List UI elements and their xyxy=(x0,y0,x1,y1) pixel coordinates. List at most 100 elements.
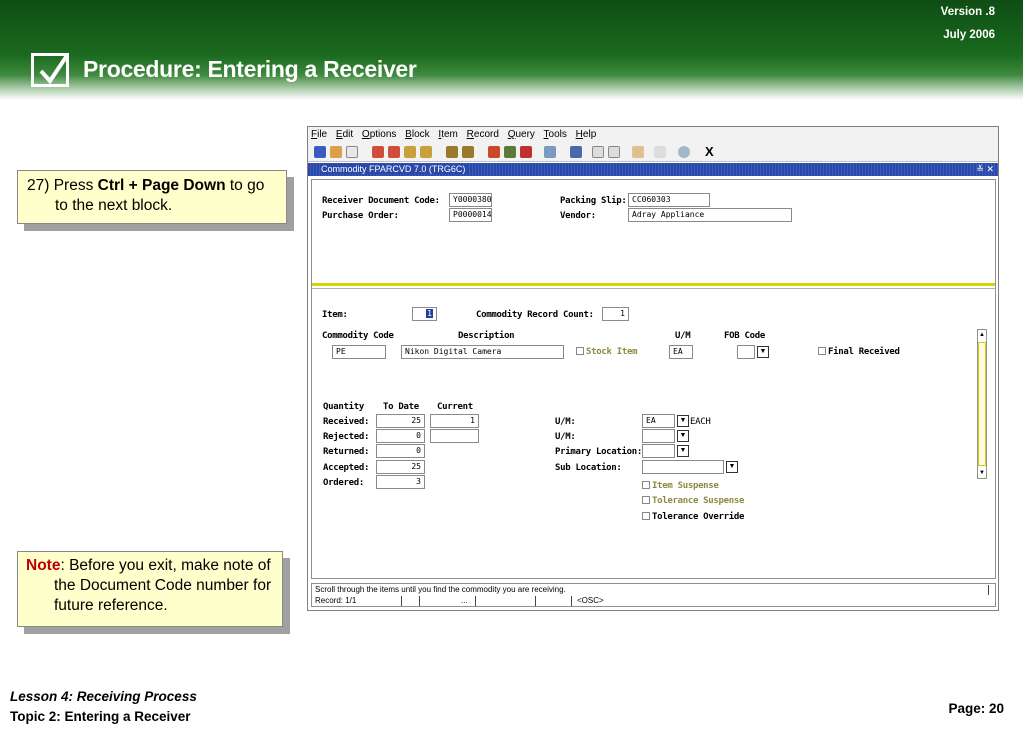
fob-code-field[interactable] xyxy=(737,345,755,359)
um2-field[interactable] xyxy=(642,429,675,443)
window-controls[interactable]: ≚ ✕ xyxy=(976,163,994,176)
description-field[interactable]: Nikon Digital Camera xyxy=(401,345,564,359)
clear-record-icon[interactable] xyxy=(520,146,532,158)
help-icon[interactable] xyxy=(678,146,690,158)
current-header: Current xyxy=(437,402,473,412)
received-to-date-field[interactable]: 25 xyxy=(376,414,425,428)
sub-location-dropdown-icon[interactable]: ▼ xyxy=(726,461,738,473)
status-sep-3 xyxy=(475,596,476,606)
purchase-order-field[interactable]: P0000014 xyxy=(449,208,492,222)
tolerance-suspense-checkbox[interactable]: Tolerance Suspense xyxy=(642,496,744,506)
remove-record-icon[interactable] xyxy=(504,146,516,158)
accepted-to-date-field[interactable]: 25 xyxy=(376,460,425,474)
scroll-up-icon[interactable]: ▲ xyxy=(978,330,986,340)
um1-field[interactable]: EA xyxy=(642,414,675,428)
fob-code-header: FOB Code xyxy=(724,331,765,341)
exit-button[interactable]: X xyxy=(705,144,714,159)
primary-location-field[interactable] xyxy=(642,444,675,458)
um1-dropdown-icon[interactable]: ▼ xyxy=(677,415,689,427)
next-block-icon[interactable] xyxy=(404,146,416,158)
status-sep-1 xyxy=(401,596,402,606)
form-canvas: Receiver Document Code: Y0000380 Purchas… xyxy=(311,179,996,579)
rollback-icon[interactable] xyxy=(330,146,342,158)
note-callout: Note: Before you exit, make note of the … xyxy=(17,551,283,627)
checkbox-icon xyxy=(31,53,70,87)
window-title-bar: Commodity FPARCVD 7.0 (TRG6C) ≚ ✕ xyxy=(308,163,998,176)
returned-label: Returned: xyxy=(323,447,370,457)
status-message: Scroll through the items until you find … xyxy=(315,585,566,594)
stock-item-label: Stock Item xyxy=(586,347,638,357)
print-icon[interactable] xyxy=(346,146,358,158)
menu-tools[interactable]: Tools xyxy=(544,129,567,140)
menu-record[interactable]: Record xyxy=(467,129,499,140)
stock-item-checkbox[interactable]: Stock Item xyxy=(576,347,637,357)
menu-block[interactable]: Block xyxy=(405,129,429,140)
menu-query[interactable]: Query xyxy=(508,129,535,140)
list-icon[interactable] xyxy=(544,146,556,158)
tolerance-override-checkbox[interactable]: Tolerance Override xyxy=(642,512,744,522)
fob-dropdown-icon[interactable]: ▼ xyxy=(757,346,769,358)
um1-description: EACH xyxy=(690,417,711,427)
item-suspense-label: Item Suspense xyxy=(652,481,719,491)
save-icon[interactable] xyxy=(314,146,326,158)
item-suspense-checkbox[interactable]: Item Suspense xyxy=(642,481,719,491)
print-form-icon[interactable] xyxy=(570,146,582,158)
um2-dropdown-icon[interactable]: ▼ xyxy=(677,430,689,442)
step-number: 27) xyxy=(27,177,50,194)
execute-query-icon[interactable] xyxy=(462,146,474,158)
banner-window: File Edit Options Block Item Record Quer… xyxy=(307,126,999,611)
toolbar: X xyxy=(308,143,998,162)
item-label: Item: xyxy=(322,310,348,320)
scroll-down-icon[interactable]: ▼ xyxy=(978,468,986,478)
received-label: Received: xyxy=(323,417,370,427)
commodity-code-field[interactable]: PE xyxy=(332,345,386,359)
menu-help[interactable]: Help xyxy=(576,129,597,140)
primary-location-dropdown-icon[interactable]: ▼ xyxy=(677,445,689,457)
rejected-current-field[interactable] xyxy=(430,429,479,443)
purchase-order-label: Purchase Order: xyxy=(322,211,399,221)
step-pre: Press xyxy=(49,177,98,194)
record-indicator: Record: 1/1 xyxy=(315,596,357,605)
packing-slip-field[interactable]: CC060303 xyxy=(628,193,710,207)
menu-options[interactable]: Options xyxy=(362,129,396,140)
to-date-header: To Date xyxy=(383,402,419,412)
sub-location-field[interactable] xyxy=(642,460,724,474)
slide-title: Procedure: Entering a Receiver xyxy=(83,56,417,82)
rejected-to-date-field[interactable]: 0 xyxy=(376,429,425,443)
item-field[interactable]: 1 xyxy=(412,307,437,321)
receiver-doc-field[interactable]: Y0000380 xyxy=(449,193,492,207)
ordered-to-date-field[interactable]: 3 xyxy=(376,475,425,489)
block-icon[interactable] xyxy=(420,146,432,158)
insert-record-icon[interactable] xyxy=(488,146,500,158)
final-received-label: Final Received xyxy=(828,347,900,357)
quantity-header: Quantity xyxy=(323,402,364,412)
select-icon[interactable] xyxy=(372,146,384,158)
page-number: Page: 20 xyxy=(948,701,1004,716)
menu-item[interactable]: Item xyxy=(438,129,457,140)
final-received-checkbox[interactable]: Final Received xyxy=(818,347,900,357)
menu-file[interactable]: File xyxy=(311,129,327,140)
menu-edit[interactable]: Edit xyxy=(336,129,353,140)
returned-to-date-field[interactable]: 0 xyxy=(376,444,425,458)
record-count-label: Commodity Record Count: xyxy=(476,310,594,320)
menu-bar: File Edit Options Block Item Record Quer… xyxy=(308,127,998,143)
scroll-thumb[interactable] xyxy=(978,342,986,466)
primary-location-label: Primary Location: xyxy=(555,447,643,457)
extract-icon[interactable] xyxy=(592,146,604,158)
vendor-field[interactable]: Adray Appliance xyxy=(628,208,792,222)
enter-query-icon[interactable] xyxy=(446,146,458,158)
previous-block-icon[interactable] xyxy=(388,146,400,158)
block-separator-line xyxy=(312,288,995,289)
commodity-code-header: Commodity Code xyxy=(322,331,394,341)
note-label: Note xyxy=(26,557,61,574)
item-scrollbar[interactable]: ▲ ▼ xyxy=(977,329,987,479)
export-icon[interactable] xyxy=(608,146,620,158)
grid-icon[interactable] xyxy=(654,146,666,158)
note-text: : Before you exit, make note of the Docu… xyxy=(54,557,272,614)
tolerance-override-label: Tolerance Override xyxy=(652,512,745,522)
ordered-label: Ordered: xyxy=(323,478,364,488)
um-field[interactable]: EA xyxy=(669,345,693,359)
status-bar: Scroll through the items until you find … xyxy=(311,583,996,607)
search-icon[interactable] xyxy=(632,146,644,158)
received-current-field[interactable]: 1 xyxy=(430,414,479,428)
